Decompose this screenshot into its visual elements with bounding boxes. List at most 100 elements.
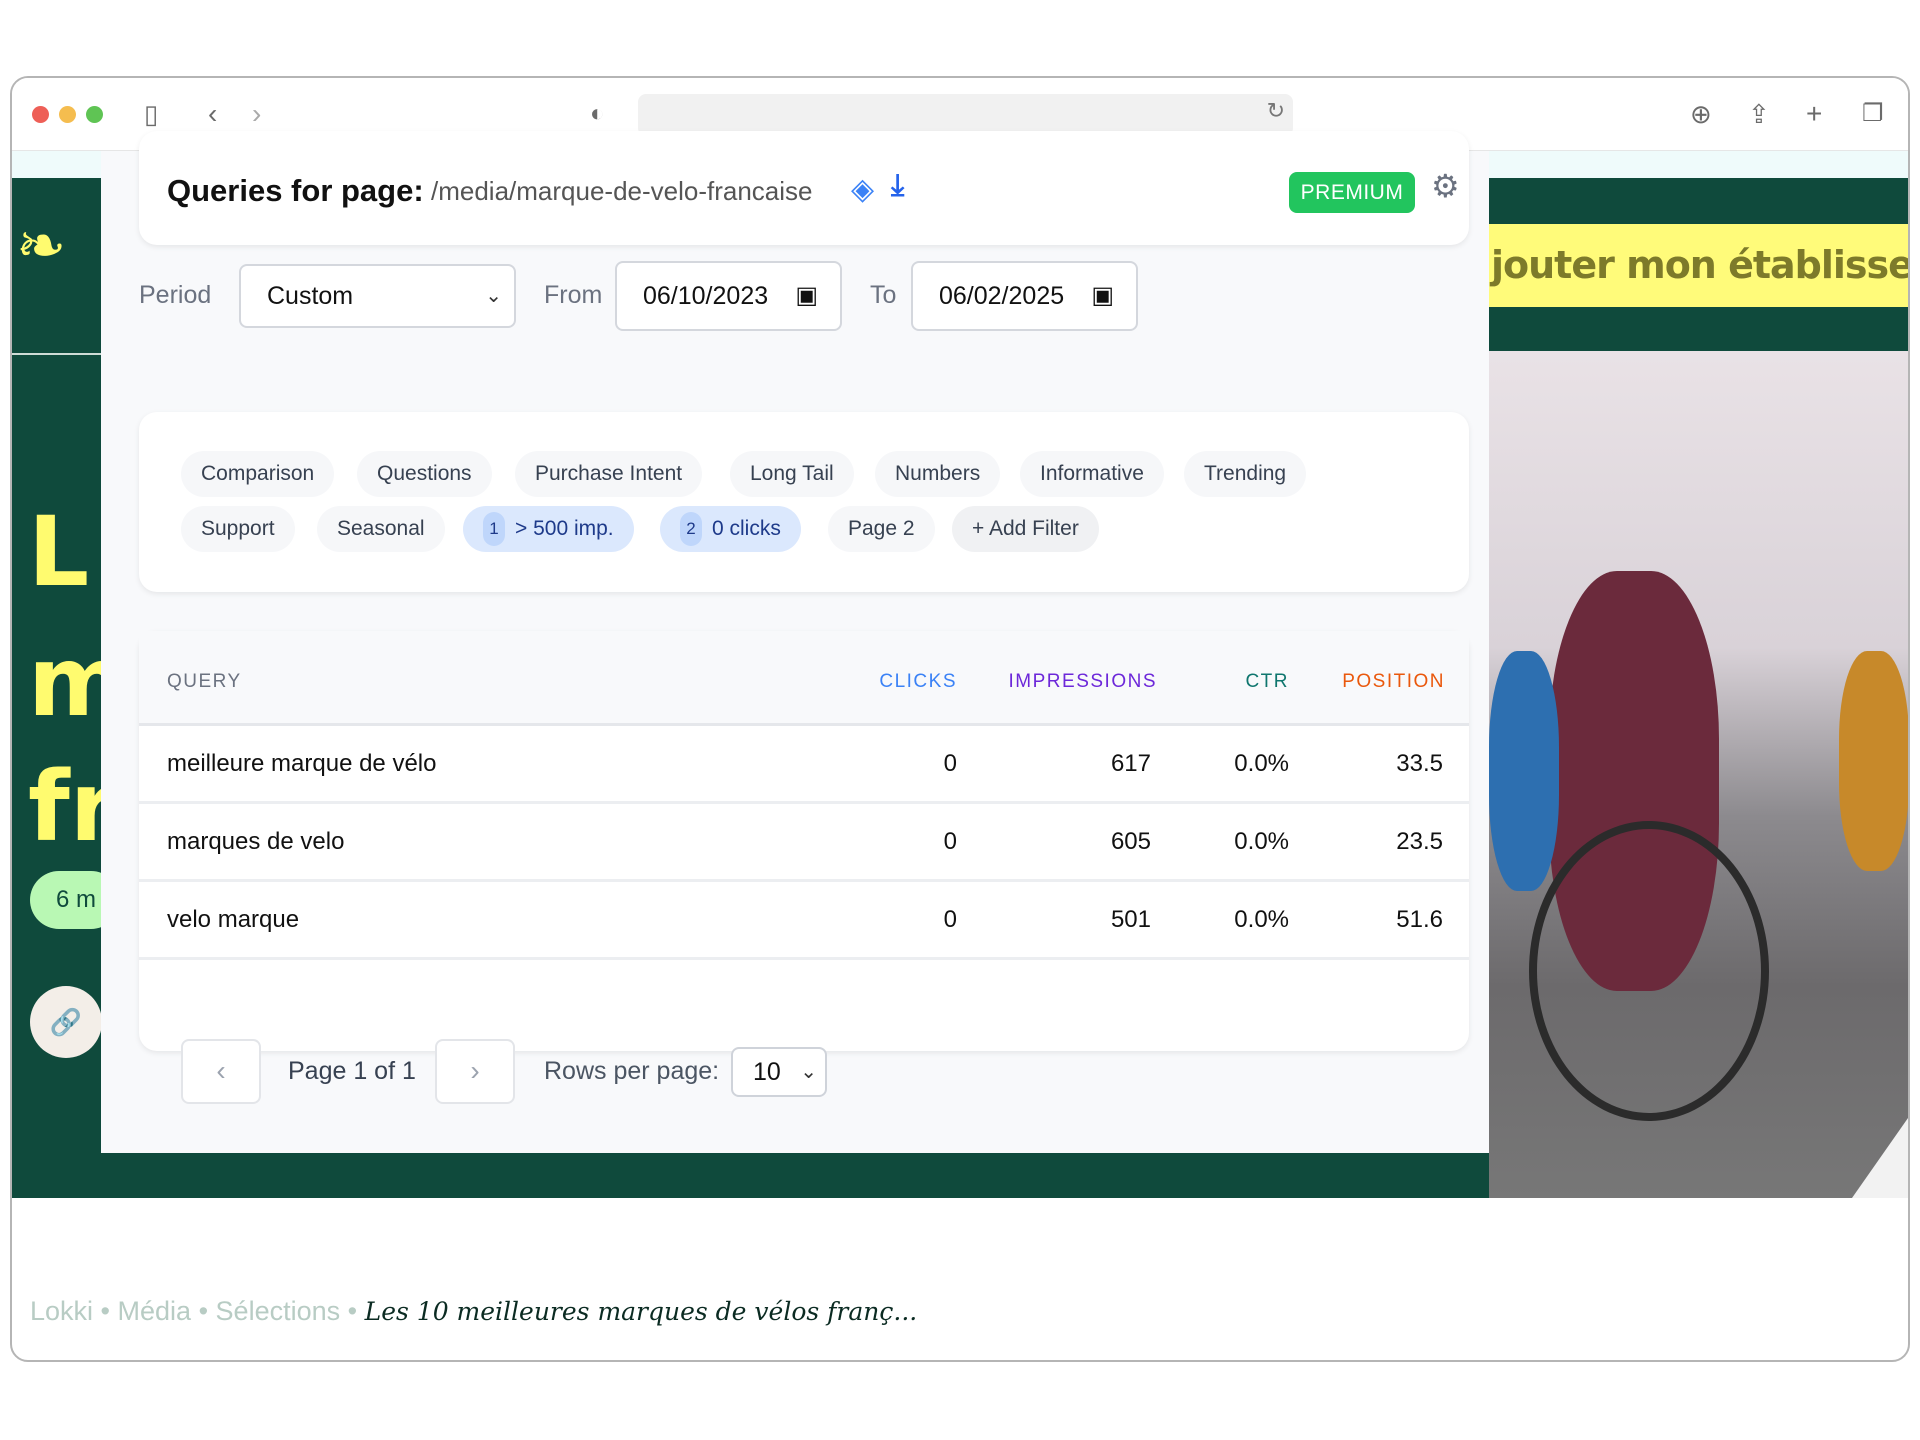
cell-query: velo marque	[167, 906, 300, 933]
filter-chip-page-2[interactable]: Page 2	[828, 506, 935, 552]
filter-order-badge: 1	[483, 512, 505, 546]
shield-icon[interactable]: ◐	[590, 96, 605, 132]
plus-icon: +	[972, 517, 989, 540]
breadcrumb-separator: •	[100, 1296, 110, 1326]
cyclists-image	[1489, 351, 1908, 1198]
back-icon[interactable]: ‹	[208, 96, 217, 132]
from-date-value: 06/10/2023	[643, 282, 769, 310]
rows-per-page-label: Rows per page:	[544, 1057, 720, 1085]
queries-panel: Queries for page: /media/marque-de-velo-…	[101, 131, 1489, 1153]
page-path: /media/marque-de-velo-francaise	[431, 176, 813, 206]
previous-page-button[interactable]: ‹	[181, 1039, 261, 1104]
from-date-input[interactable]: 06/10/2023 ▣	[615, 261, 842, 331]
page-indicator: Page 1 of 1	[288, 1057, 416, 1085]
cell-position: 33.5	[1396, 750, 1443, 777]
filter-label: > 500 imp.	[515, 517, 614, 540]
next-page-button[interactable]: ›	[435, 1039, 515, 1104]
breadcrumb-separator: •	[347, 1296, 358, 1326]
calendar-icon[interactable]: ▣	[795, 263, 818, 329]
site-nav-strip	[12, 151, 101, 178]
divider	[12, 353, 101, 355]
bicycle	[1529, 821, 1769, 1121]
filter-chip-long-tail[interactable]: Long Tail	[730, 451, 854, 497]
filter-chip-seasonal[interactable]: Seasonal	[317, 506, 445, 552]
premium-badge[interactable]: PREMIUM	[1289, 172, 1415, 213]
add-establishment-banner[interactable]: jouter mon établisseme	[1489, 224, 1908, 307]
browser-window: ▯ ‹ › ◐ ↻ ⊕ ⇪ + ❐ ❧ L m fr 6 m 🔗 jouter …	[10, 76, 1910, 1362]
column-header-impressions[interactable]: IMPRESSIONS	[1009, 671, 1157, 693]
from-label: From	[544, 281, 603, 309]
add-filter-label: Add Filter	[988, 517, 1079, 540]
breadcrumb-current: Les 10 meilleures marques de vélos franç…	[364, 1297, 918, 1326]
cell-clicks: 0	[943, 750, 957, 777]
cell-clicks: 0	[943, 906, 957, 933]
close-window-button[interactable]	[32, 106, 49, 123]
table-row[interactable]: meilleure marque de vélo 0 617 0.0% 33.5	[139, 726, 1469, 804]
column-header-position[interactable]: POSITION	[1342, 671, 1445, 693]
cyclist	[1839, 651, 1908, 871]
breadcrumb-lokki[interactable]: Lokki	[30, 1296, 93, 1326]
filter-label: 0 clicks	[712, 517, 781, 540]
table-row[interactable]: marques de velo 0 605 0.0% 23.5	[139, 804, 1469, 882]
sidebar-icon[interactable]: ▯	[144, 96, 158, 132]
share-icon[interactable]: ⇪	[1748, 96, 1770, 132]
chevron-left-icon: ‹	[216, 1055, 226, 1086]
filter-chip-clicks-active[interactable]: 2 0 clicks	[660, 506, 801, 552]
filter-chip-impressions-active[interactable]: 1 > 500 imp.	[463, 506, 634, 552]
cell-position: 23.5	[1396, 828, 1443, 855]
chevron-down-icon: ⌄	[800, 1061, 817, 1083]
filter-chip-questions[interactable]: Questions	[357, 451, 492, 497]
queries-table: QUERY CLICKS IMPRESSIONS CTR POSITION me…	[139, 631, 1469, 1051]
panel-header: Queries for page: /media/marque-de-velo-…	[139, 131, 1469, 245]
rows-per-page-value: 10	[753, 1058, 781, 1086]
reload-icon[interactable]: ↻	[1267, 98, 1285, 124]
filter-chip-trending[interactable]: Trending	[1184, 451, 1307, 497]
zoom-window-button[interactable]	[86, 106, 103, 123]
column-header-query[interactable]: QUERY	[167, 671, 242, 693]
table-row[interactable]: velo marque 0 501 0.0% 51.6	[139, 882, 1469, 960]
new-tab-icon[interactable]: +	[1806, 96, 1822, 132]
cyclist	[1489, 651, 1559, 891]
breadcrumb-media[interactable]: Média	[118, 1296, 192, 1326]
chevron-down-icon: ⌄	[485, 285, 502, 307]
tabs-icon[interactable]: ❐	[1862, 96, 1884, 132]
link-icon[interactable]: 🔗	[30, 986, 102, 1058]
minimize-window-button[interactable]	[59, 106, 76, 123]
to-date-input[interactable]: 06/02/2025 ▣	[911, 261, 1138, 331]
add-filter-button[interactable]: + Add Filter	[952, 506, 1099, 552]
breadcrumb-selections[interactable]: Sélections	[216, 1296, 341, 1326]
breadcrumb: Lokki • Média • Sélections • Les 10 meil…	[30, 1296, 917, 1327]
cell-impressions: 617	[1110, 750, 1151, 777]
site-logo[interactable]: ❧	[16, 211, 66, 281]
page-content: ❧ L m fr 6 m 🔗 jouter mon établisseme Qu…	[12, 131, 1908, 1360]
hero-letter: L	[28, 496, 90, 608]
period-select[interactable]: Custom ⌄	[239, 264, 516, 328]
calendar-icon[interactable]: ▣	[1091, 263, 1114, 329]
filter-chip-informative[interactable]: Informative	[1020, 451, 1164, 497]
period-value: Custom	[267, 282, 354, 310]
cell-query: meilleure marque de vélo	[167, 750, 437, 777]
download-icon[interactable]: ⤓	[891, 169, 904, 203]
forward-icon[interactable]: ›	[252, 96, 261, 132]
rows-per-page-select[interactable]: 10 ⌄	[731, 1047, 827, 1097]
filter-chip-comparison[interactable]: Comparison	[181, 451, 335, 497]
download-icon[interactable]: ⊕	[1690, 96, 1712, 132]
diamond-icon[interactable]: ◈	[851, 172, 874, 207]
cell-query: marques de velo	[167, 828, 345, 855]
cell-ctr: 0.0%	[1234, 828, 1289, 855]
filter-order-badge: 2	[680, 512, 702, 546]
column-header-clicks[interactable]: CLICKS	[879, 671, 957, 693]
filter-chip-numbers[interactable]: Numbers	[875, 451, 1001, 497]
hero-photo: jouter mon établisseme	[1489, 151, 1908, 1198]
filter-chip-purchase-intent[interactable]: Purchase Intent	[515, 451, 703, 497]
cell-clicks: 0	[943, 828, 957, 855]
column-header-ctr[interactable]: CTR	[1245, 671, 1289, 693]
filter-card: Comparison Questions Purchase Intent Lon…	[139, 412, 1469, 592]
cell-impressions: 501	[1110, 906, 1151, 933]
page-title: Queries for page:	[167, 173, 424, 208]
gear-icon[interactable]: ⚙	[1431, 167, 1460, 205]
site-nav-strip	[1489, 151, 1908, 178]
address-bar[interactable]: ↻	[638, 94, 1293, 136]
filter-chip-support[interactable]: Support	[181, 506, 295, 552]
to-label: To	[870, 281, 897, 309]
